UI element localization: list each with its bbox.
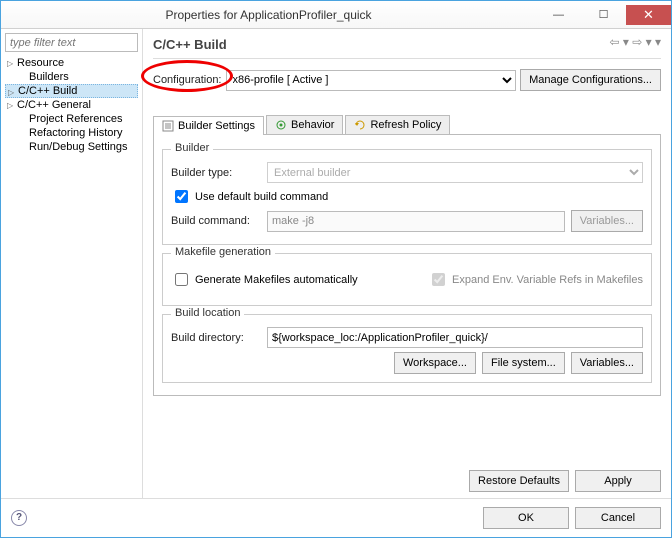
cancel-button[interactable]: Cancel <box>575 507 661 529</box>
generate-makefiles-checkbox[interactable] <box>175 273 188 286</box>
help-icon[interactable]: ? <box>11 510 27 526</box>
sidebar-item-builders[interactable]: Builders <box>5 70 138 84</box>
build-command-variables-button: Variables... <box>571 210 643 232</box>
gear-icon <box>275 119 287 131</box>
sidebar-item-run-debug-settings[interactable]: Run/Debug Settings <box>5 140 138 154</box>
expand-env-refs-label: Expand Env. Variable Refs in Makefiles <box>452 274 643 286</box>
build-command-input <box>267 211 565 232</box>
maximize-button[interactable]: ☐ <box>581 5 626 25</box>
use-default-build-command-label: Use default build command <box>195 191 328 203</box>
file-system-button[interactable]: File system... <box>482 352 565 374</box>
close-button[interactable]: ✕ <box>626 5 671 25</box>
minimize-button[interactable]: — <box>536 5 581 25</box>
workspace-button[interactable]: Workspace... <box>394 352 476 374</box>
tab-refresh-policy[interactable]: Refresh Policy <box>345 115 450 134</box>
page-title: C/C++ Build <box>153 35 661 58</box>
expand-env-refs-checkbox <box>432 273 445 286</box>
ok-button[interactable]: OK <box>483 507 569 529</box>
sidebar-item-ccpp-general[interactable]: ▷C/C++ General <box>5 98 138 112</box>
location-variables-button[interactable]: Variables... <box>571 352 643 374</box>
sidebar-item-ccpp-build[interactable]: ▷C/C++ Build <box>5 84 138 98</box>
filter-input[interactable] <box>5 33 138 52</box>
build-location-group: Build location Build directory: Workspac… <box>162 314 652 383</box>
builder-type-select: External builder <box>267 162 643 183</box>
main-panel: C/C++ Build ⇦ ▾ ⇨ ▾ ▾ Configuration: x86… <box>143 29 671 498</box>
builder-group: Builder Builder type: External builder U… <box>162 149 652 245</box>
apply-button[interactable]: Apply <box>575 470 661 492</box>
configuration-select[interactable]: x86-profile [ Active ] <box>226 70 517 91</box>
configuration-label: Configuration: <box>153 74 222 86</box>
refresh-icon <box>354 119 366 131</box>
use-default-build-command-checkbox[interactable] <box>175 190 188 203</box>
divider <box>153 58 661 59</box>
titlebar: Properties for ApplicationProfiler_quick… <box>1 1 671 29</box>
window-title: Properties for ApplicationProfiler_quick <box>1 8 536 22</box>
sidebar-item-resource[interactable]: ▷Resource <box>5 56 138 70</box>
tab-builder-settings[interactable]: Builder Settings <box>153 116 264 135</box>
tab-content: Builder Builder type: External builder U… <box>153 135 661 396</box>
window-controls: — ☐ ✕ <box>536 5 671 25</box>
makefile-group-label: Makefile generation <box>171 246 275 258</box>
properties-dialog: Properties for ApplicationProfiler_quick… <box>0 0 672 538</box>
tab-bar: Builder Settings Behavior Refresh Policy <box>153 115 661 135</box>
sidebar-item-project-references[interactable]: Project References <box>5 112 138 126</box>
tab-behavior[interactable]: Behavior <box>266 115 343 134</box>
restore-defaults-button[interactable]: Restore Defaults <box>469 470 569 492</box>
generate-makefiles-label: Generate Makefiles automatically <box>195 274 358 286</box>
manage-configurations-button[interactable]: Manage Configurations... <box>520 69 661 91</box>
build-location-group-label: Build location <box>171 307 244 319</box>
nav-arrows[interactable]: ⇦ ▾ ⇨ ▾ ▾ <box>609 35 661 49</box>
dialog-footer: ? OK Cancel <box>1 498 671 537</box>
build-directory-label: Build directory: <box>171 332 261 344</box>
category-sidebar: ▷Resource Builders ▷C/C++ Build ▷C/C++ G… <box>1 29 143 498</box>
configuration-row: Configuration: x86-profile [ Active ] Ma… <box>153 69 661 91</box>
builder-group-label: Builder <box>171 142 213 154</box>
build-directory-input[interactable] <box>267 327 643 348</box>
makefile-group: Makefile generation Generate Makefiles a… <box>162 253 652 306</box>
dialog-body: ▷Resource Builders ▷C/C++ Build ▷C/C++ G… <box>1 29 671 498</box>
builder-type-label: Builder type: <box>171 167 261 179</box>
document-icon <box>162 120 174 132</box>
sidebar-item-refactoring-history[interactable]: Refactoring History <box>5 126 138 140</box>
build-command-label: Build command: <box>171 215 261 227</box>
